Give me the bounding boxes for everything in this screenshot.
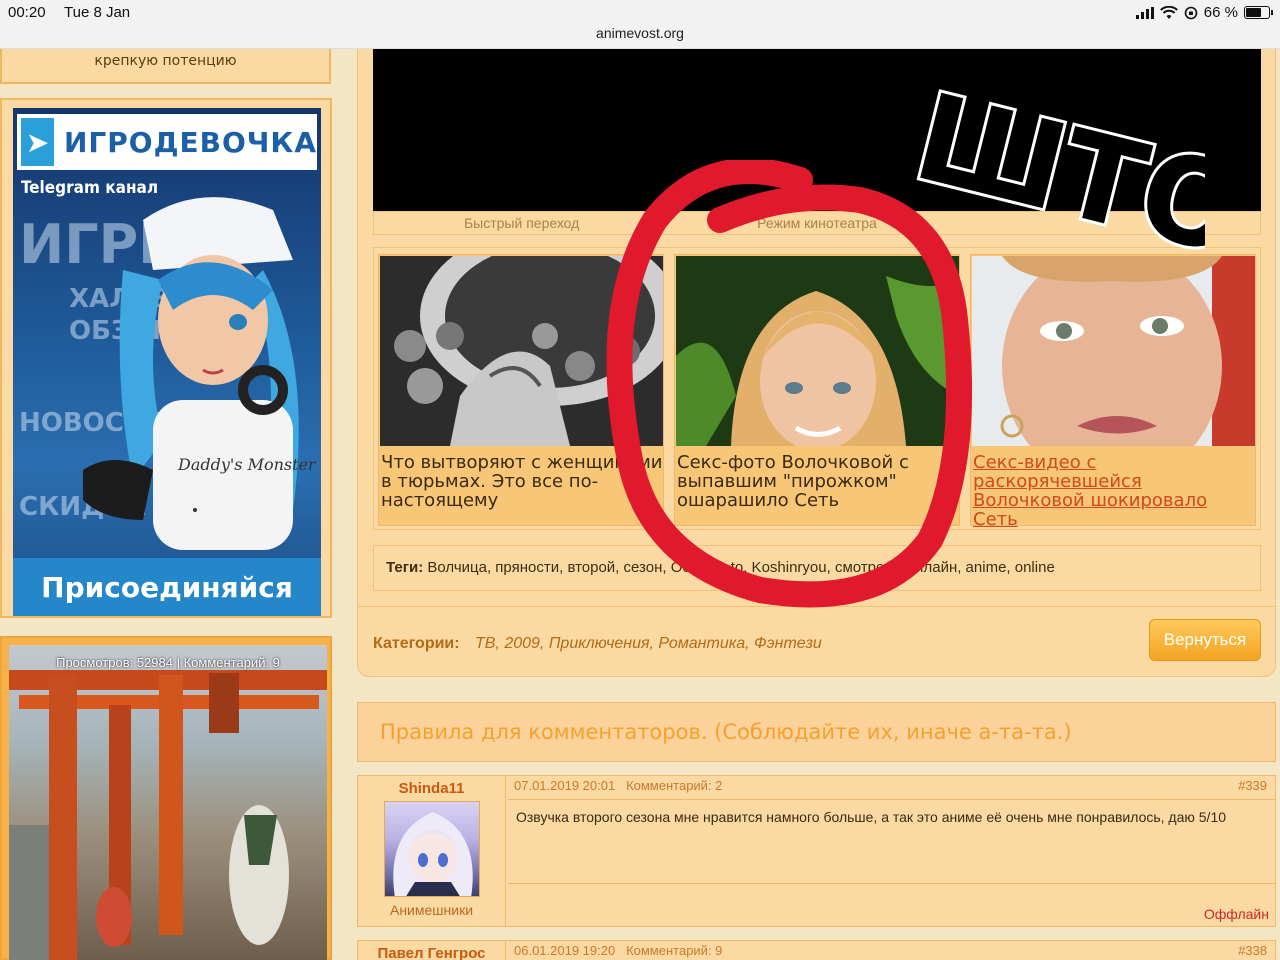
shirt-text: Daddy's Monster xyxy=(177,455,317,474)
cellular-signal-icon xyxy=(1135,6,1154,19)
telegram-ad[interactable]: ➤ ИГРОДЕВОЧКА Telegram канал ИГРЫ ХАЛЯВА… xyxy=(0,98,332,618)
teaser-image[interactable] xyxy=(676,256,959,446)
tags-label: Теги: xyxy=(386,559,424,576)
teaser-card[interactable]: Секс-видео с раскорячевшейся Волочковой … xyxy=(970,254,1256,529)
categories-label: Категории: xyxy=(373,635,460,652)
ad-header: ➤ ИГРОДЕВОЧКА xyxy=(17,114,317,170)
anime-girl-illustration: Daddy's Monster xyxy=(83,197,317,550)
categories-bar: Категории: ТВ, 2009, Приключения, Романт… xyxy=(357,606,1276,678)
comment-author: Shinda11 Анимешники xyxy=(358,776,506,926)
comment-number-link[interactable]: #338 xyxy=(1238,941,1267,960)
promo-link[interactable]: крепкую потенцию xyxy=(0,49,331,84)
anime-stats: Просмотров: 52984 | Комментарий: 9 xyxy=(56,655,280,670)
status-bar: 00:20 Tue 8 Jan animevost.org 66 % xyxy=(0,0,1280,49)
comment-count: Комментарий: 2 xyxy=(626,778,723,793)
teaser-card[interactable]: Что вытворяют с женщинами в тюрьмах. Это… xyxy=(378,254,664,526)
teaser-block: Что вытворяют с женщинами в тюрьмах. Это… xyxy=(373,247,1261,530)
player-bar-spacer xyxy=(965,212,1260,234)
tags-list[interactable]: Волчица, пряности, второй, сезон, Ookami… xyxy=(427,559,1054,576)
teaser-text[interactable]: Что вытворяют с женщинами в тюрьмах. Это… xyxy=(381,453,663,510)
orientation-lock-icon xyxy=(1184,6,1198,19)
teaser-text[interactable]: Секс-фото Волочковой с выпавшим "пирожко… xyxy=(677,453,959,510)
back-button[interactable]: Вернуться xyxy=(1149,619,1261,661)
comment-meta: 07.01.2019 20:01 Комментарий: 2 #339 xyxy=(508,776,1275,800)
battery-percent: 66 % xyxy=(1203,4,1238,21)
cinema-mode-link[interactable]: Режим кинотеатра xyxy=(669,212,964,234)
avatar-image xyxy=(392,812,473,896)
teaser-card[interactable]: Секс-фото Волочковой с выпавшим "пирожко… xyxy=(674,254,960,526)
author-group: Анимешники xyxy=(389,902,474,918)
teaser-image[interactable] xyxy=(380,256,663,446)
status-icons: 66 % xyxy=(1135,4,1273,21)
battery-icon xyxy=(1244,6,1273,19)
address-bar[interactable]: animevost.org xyxy=(0,25,1280,41)
date: Tue 8 Jan xyxy=(64,4,131,21)
categories-list[interactable]: ТВ, 2009, Приключения, Романтика, Фэнтез… xyxy=(475,635,822,653)
anime-card[interactable]: Просмотров: 52984 | Комментарий: 9 xyxy=(0,636,332,960)
portrait-photo xyxy=(676,256,959,446)
video-player[interactable] xyxy=(373,49,1261,211)
comment-meta: 06.01.2019 19:20 Комментарий: 9 #338 xyxy=(508,941,1275,960)
avatar[interactable] xyxy=(383,801,480,897)
ad-title: ИГРОДЕВОЧКА xyxy=(64,125,317,159)
comment-number-link[interactable]: #339 xyxy=(1238,776,1267,796)
author-name[interactable]: Павел Генгрос xyxy=(358,945,505,960)
player-controls: Быстрый переход Режим кинотеатра xyxy=(373,211,1261,235)
comment-rules-link[interactable]: Правила для комментаторов. (Соблюдайте и… xyxy=(357,702,1276,762)
join-button[interactable]: Присоединяйся xyxy=(13,558,321,616)
teaser-link[interactable]: Секс-видео с раскорячевшейся Волочковой … xyxy=(973,453,1255,529)
comment-author: Павел Генгрос xyxy=(358,941,506,960)
ad-banner[interactable]: ➤ ИГРОДЕВОЧКА Telegram канал ИГРЫ ХАЛЯВА… xyxy=(13,108,321,616)
comment: Shinda11 Анимешники 07.01.2019 20:01 Ком… xyxy=(357,775,1276,927)
comment-count: Комментарий: 9 xyxy=(626,943,723,958)
comment: Павел Генгрос 06.01.2019 19:20 Комментар… xyxy=(357,940,1276,960)
comment-text: Озвучка второго сезона мне нравится намн… xyxy=(508,800,1275,884)
tags-bar: Теги: Волчица, пряности, второй, сезон, … xyxy=(373,545,1261,591)
author-name[interactable]: Shinda11 xyxy=(358,780,505,797)
wifi-icon xyxy=(1159,5,1178,19)
prison-photo xyxy=(380,256,663,446)
shrine-illustration xyxy=(9,670,327,960)
quick-jump-link[interactable]: Быстрый переход xyxy=(374,212,669,234)
anime-poster[interactable]: Просмотров: 52984 | Комментарий: 9 xyxy=(9,645,327,960)
teaser-image[interactable] xyxy=(972,256,1255,446)
online-status: Оффлайн xyxy=(1203,906,1269,922)
telegram-icon: ➤ xyxy=(21,118,54,166)
comment-date: 07.01.2019 20:01 xyxy=(514,778,616,793)
comment-date: 06.01.2019 19:20 xyxy=(514,943,616,958)
closeup-photo xyxy=(972,256,1255,446)
clock: 00:20 xyxy=(8,4,46,21)
